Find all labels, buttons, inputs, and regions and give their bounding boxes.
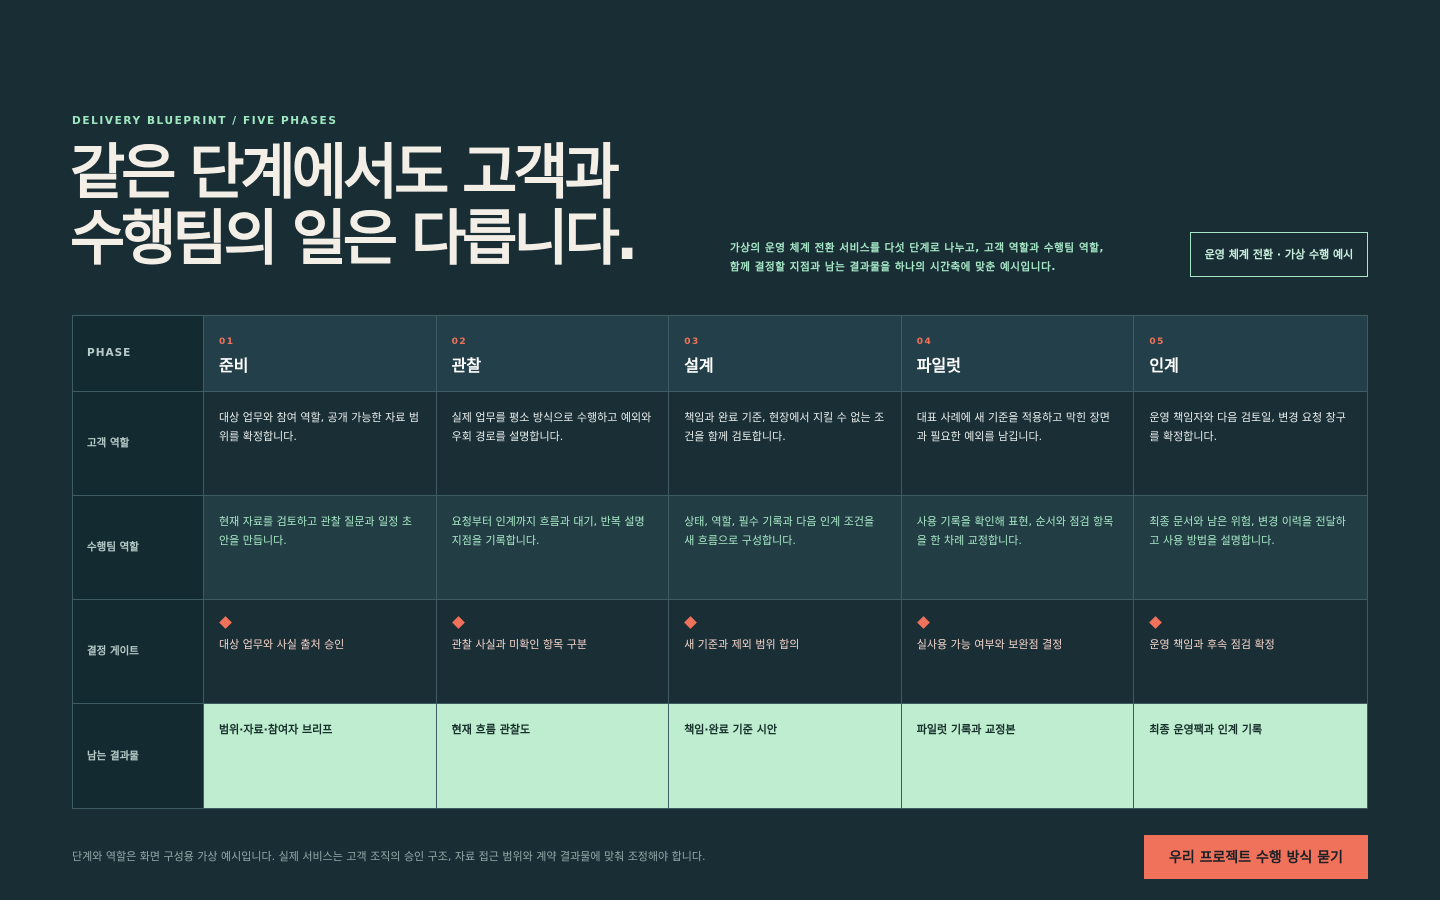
phase-row-label: PHASE xyxy=(73,316,204,392)
decision-gate-text: 실사용 가능 여부와 보완점 결정 xyxy=(916,638,1063,651)
phase-name: 설계 xyxy=(684,356,714,375)
diamond-icon xyxy=(1149,616,1163,629)
team-role-row-label: 수행팀 역할 xyxy=(73,496,204,600)
client-role-cell: 책임과 완료 기준, 현장에서 지킬 수 없는 조건을 함께 검토합니다. xyxy=(669,392,902,496)
decision-gate-text: 운영 책임과 후속 점검 확정 xyxy=(1149,638,1275,651)
team-role-cell: 현재 자료를 검토하고 관찰 질문과 일정 초안을 만듭니다. xyxy=(204,496,437,600)
page-title-line-1: 같은 단계에서도 고객과 xyxy=(70,138,620,208)
phase-blueprint-table: PHASE 01 준비 02 관찰 03 설계 04 파일럿 05 인계 고객 … xyxy=(72,315,1368,809)
phase-number: 04 xyxy=(916,337,933,347)
phase-number: 05 xyxy=(1149,337,1165,347)
client-role-cell: 대표 사례에 새 기준을 적용하고 막힌 장면과 필요한 예외를 남깁니다. xyxy=(901,392,1135,496)
ask-project-process-button[interactable]: 우리 프로젝트 수행 방식 묻기 xyxy=(1144,835,1368,879)
diamond-icon xyxy=(916,616,930,629)
output-cell: 범위·자료·참여자 브리프 xyxy=(204,704,437,808)
phase-header-05: 05 인계 xyxy=(1134,316,1367,392)
diamond-icon xyxy=(451,616,465,629)
phase-header-01: 01 준비 xyxy=(204,316,437,392)
decision-gate-text: 관찰 사실과 미확인 항목 구분 xyxy=(451,638,588,651)
decision-gate-cell: 새 기준과 제외 범위 합의 xyxy=(669,600,902,704)
client-role-cell: 운영 책임자와 다음 검토일, 변경 요청 창구를 확정합니다. xyxy=(1134,392,1367,496)
team-role-cell: 사용 기록을 확인해 표현, 순서와 점검 항목을 한 차례 교정합니다. xyxy=(901,496,1135,600)
diamond-icon xyxy=(684,616,698,629)
decision-gate-cell: 실사용 가능 여부와 보완점 결정 xyxy=(901,600,1135,704)
output-cell: 현재 흐름 관찰도 xyxy=(436,704,670,808)
decision-gate-cell: 대상 업무와 사실 출처 승인 xyxy=(204,600,437,704)
page-title: 같은 단계에서도 고객과 수행팀의 일은 다릅니다. xyxy=(70,140,710,272)
scenario-tag-button[interactable]: 운영 체계 전환 · 가상 수행 예시 xyxy=(1190,232,1368,277)
decision-gate-row-label: 결정 게이트 xyxy=(73,600,204,704)
decision-gate-text: 새 기준과 제외 범위 합의 xyxy=(684,638,800,651)
client-role-cell: 실제 업무를 평소 방식으로 수행하고 예외와 우회 경로를 설명합니다. xyxy=(436,392,670,496)
intro-line-1: 가상의 운영 체계 전환 서비스를 다섯 단계로 나누고, 고객 역할과 수행팀… xyxy=(730,242,1105,254)
eyebrow: DELIVERY BLUEPRINT / FIVE PHASES xyxy=(72,115,338,127)
phase-name: 인계 xyxy=(1149,356,1179,375)
team-role-cell: 요청부터 인계까지 흐름과 대기, 반복 설명 지점을 기록합니다. xyxy=(436,496,670,600)
output-row-label: 남는 결과물 xyxy=(73,704,204,808)
phase-number: 03 xyxy=(684,337,700,347)
phase-name: 준비 xyxy=(219,356,249,375)
output-cell: 최종 운영팩과 인계 기록 xyxy=(1134,704,1367,808)
diamond-icon xyxy=(219,616,232,629)
page-title-line-2: 수행팀의 일은 다릅니다. xyxy=(70,204,639,274)
decision-gate-cell: 운영 책임과 후속 점검 확정 xyxy=(1134,600,1367,704)
decision-gate-text: 대상 업무와 사실 출처 승인 xyxy=(219,638,345,651)
phase-name: 파일럿 xyxy=(916,356,961,375)
footnote: 단계와 역할은 화면 구성용 가상 예시입니다. 실제 서비스는 고객 조직의 … xyxy=(72,850,706,863)
phase-header-03: 03 설계 xyxy=(669,316,902,392)
intro-line-2: 함께 결정할 지점과 남는 결과물을 하나의 시간축에 맞춘 예시입니다. xyxy=(730,261,1056,273)
phase-name: 관찰 xyxy=(451,356,482,375)
phase-number: 01 xyxy=(219,337,235,347)
client-role-cell: 대상 업무와 참여 역할, 공개 가능한 자료 범위를 확정합니다. xyxy=(204,392,437,496)
team-role-cell: 상태, 역할, 필수 기록과 다음 인계 조건을 새 흐름으로 구성합니다. xyxy=(669,496,902,600)
output-cell: 파일럿 기록과 교정본 xyxy=(901,704,1135,808)
phase-number: 02 xyxy=(451,337,468,347)
team-role-cell: 최종 문서와 남은 위험, 변경 이력을 전달하고 사용 방법을 설명합니다. xyxy=(1134,496,1367,600)
client-role-row-label: 고객 역할 xyxy=(73,392,204,496)
phase-header-02: 02 관찰 xyxy=(436,316,670,392)
decision-gate-cell: 관찰 사실과 미확인 항목 구분 xyxy=(436,600,670,704)
phase-header-04: 04 파일럿 xyxy=(901,316,1135,392)
output-cell: 책임·완료 기준 시안 xyxy=(669,704,902,808)
intro-text: 가상의 운영 체계 전환 서비스를 다섯 단계로 나누고, 고객 역할과 수행팀… xyxy=(730,239,1170,277)
